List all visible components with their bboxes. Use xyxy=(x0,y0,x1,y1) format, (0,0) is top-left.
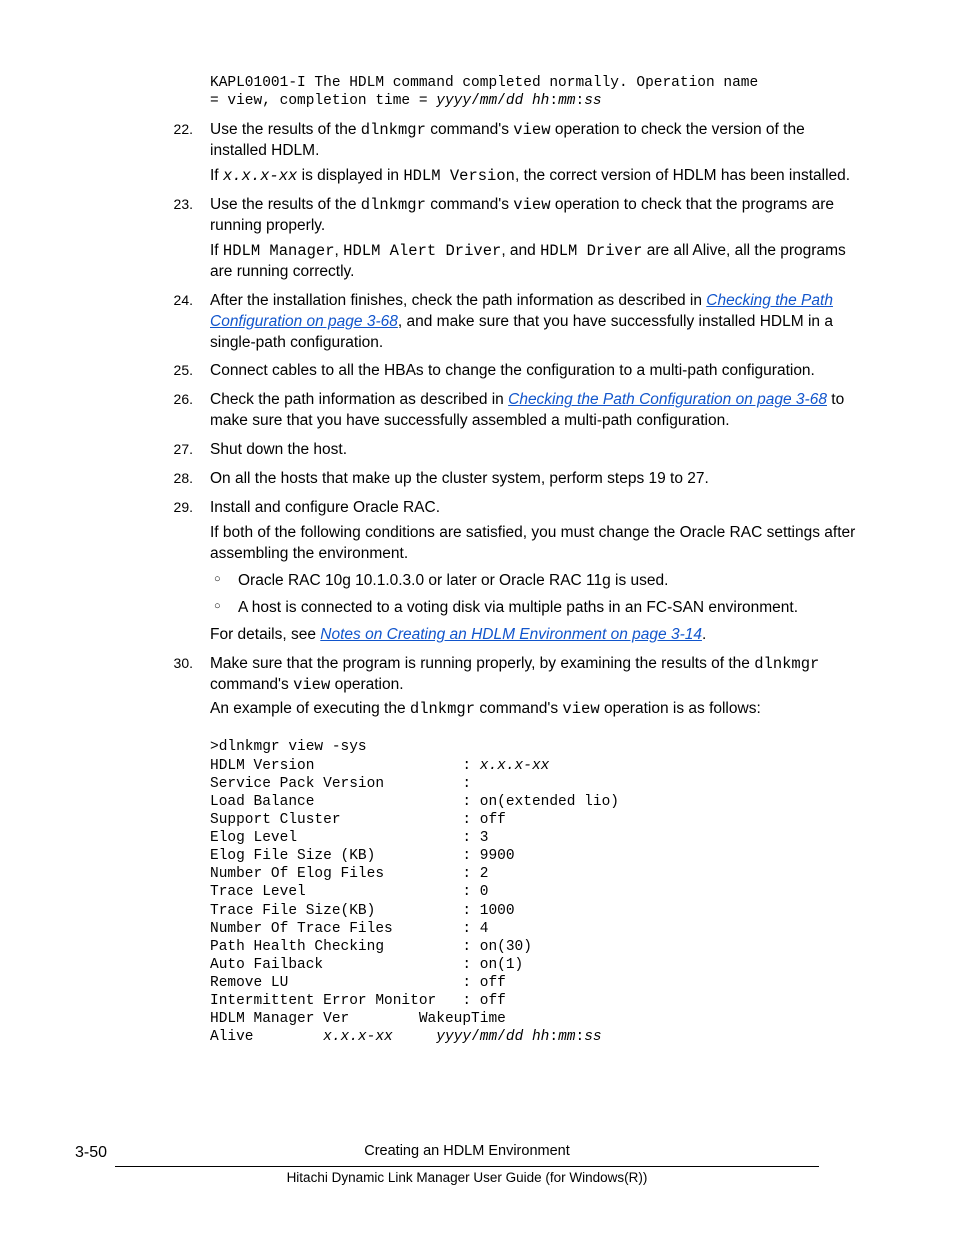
bullet-item: Oracle RAC 10g 10.1.0.3.0 or later or Or… xyxy=(210,571,859,592)
footer-title: Creating an HDLM Environment xyxy=(75,1142,859,1162)
step-subtext: If both of the following conditions are … xyxy=(210,523,859,565)
footer-divider xyxy=(115,1166,819,1167)
step-29: 29. Install and configure Oracle RAC. If… xyxy=(185,498,859,646)
step-number: 23. xyxy=(163,195,193,214)
code-output: >dlnkmgr view -sys HDLM Version : x.x.x-… xyxy=(210,738,859,1046)
step-25: 25. Connect cables to all the HBAs to ch… xyxy=(185,361,859,382)
step-text: After the installation finishes, check t… xyxy=(210,292,833,351)
instruction-list: 22. Use the results of the dlnkmgr comma… xyxy=(75,120,859,720)
step-number: 28. xyxy=(163,469,193,488)
step-27: 27. Shut down the host. xyxy=(185,440,859,461)
step-subtext: If x.x.x-xx is displayed in HDLM Version… xyxy=(210,166,859,187)
bullet-item: A host is connected to a voting disk via… xyxy=(210,598,859,619)
page-footer: 3-50 Creating an HDLM Environment Hitach… xyxy=(75,1142,859,1187)
step-text: Make sure that the program is running pr… xyxy=(210,655,819,693)
step-number: 25. xyxy=(163,361,193,380)
step-number: 27. xyxy=(163,440,193,459)
page-number: 3-50 xyxy=(75,1142,107,1164)
step-subtext: An example of executing the dlnkmgr comm… xyxy=(210,699,859,720)
step-text: Install and configure Oracle RAC. xyxy=(210,499,440,516)
step-subtext: For details, see Notes on Creating an HD… xyxy=(210,625,859,646)
bullet-list: Oracle RAC 10g 10.1.0.3.0 or later or Or… xyxy=(210,571,859,619)
code-completion: KAPL01001-I The HDLM command completed n… xyxy=(210,74,859,110)
step-text: On all the hosts that make up the cluste… xyxy=(210,470,709,487)
step-text: Use the results of the dlnkmgr command's… xyxy=(210,196,834,234)
step-text: Check the path information as described … xyxy=(210,391,844,429)
step-24: 24. After the installation finishes, che… xyxy=(185,291,859,354)
step-28: 28. On all the hosts that make up the cl… xyxy=(185,469,859,490)
xref-link[interactable]: Notes on Creating an HDLM Environment on… xyxy=(320,626,702,643)
step-text: Shut down the host. xyxy=(210,441,347,458)
step-subtext: If HDLM Manager, HDLM Alert Driver, and … xyxy=(210,241,859,283)
step-number: 29. xyxy=(163,498,193,517)
step-number: 24. xyxy=(163,291,193,310)
xref-link[interactable]: Checking the Path Configuration on page … xyxy=(508,391,827,408)
step-23: 23. Use the results of the dlnkmgr comma… xyxy=(185,195,859,283)
step-number: 30. xyxy=(163,654,193,673)
step-text: Connect cables to all the HBAs to change… xyxy=(210,362,815,379)
footer-subtitle: Hitachi Dynamic Link Manager User Guide … xyxy=(75,1169,859,1187)
step-26: 26. Check the path information as descri… xyxy=(185,390,859,432)
step-number: 22. xyxy=(163,120,193,139)
step-22: 22. Use the results of the dlnkmgr comma… xyxy=(185,120,859,187)
step-30: 30. Make sure that the program is runnin… xyxy=(185,654,859,721)
step-text: Use the results of the dlnkmgr command's… xyxy=(210,121,805,159)
step-number: 26. xyxy=(163,390,193,409)
